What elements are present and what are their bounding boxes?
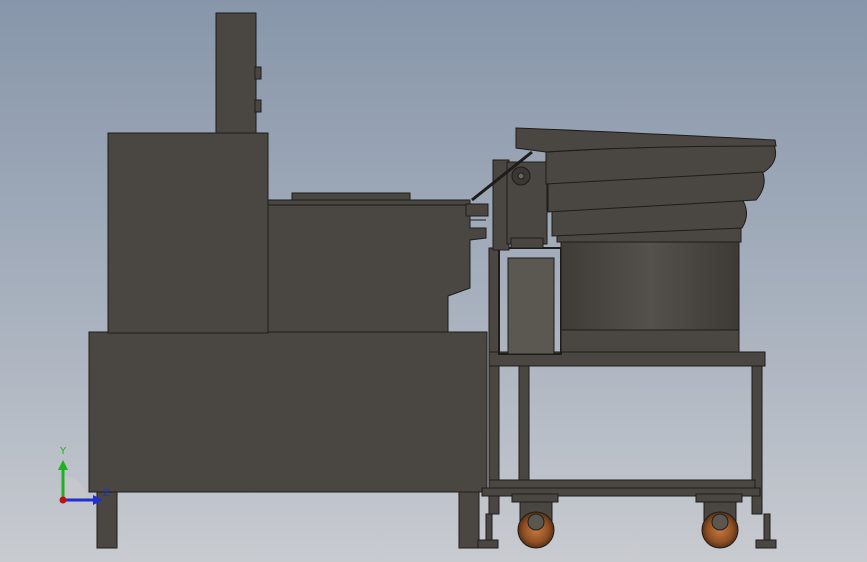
upper-housing	[107, 132, 269, 334]
triad-y-arrowhead	[58, 460, 68, 470]
machine-body	[267, 199, 487, 333]
tower-knob-bottom	[254, 99, 262, 113]
control-tower	[215, 12, 257, 134]
feed-chute	[465, 203, 489, 217]
foot-right-pad	[755, 539, 777, 549]
stand-post-front	[488, 247, 500, 515]
caster-right-mount	[695, 493, 743, 503]
caster-left-hub	[527, 513, 545, 531]
top-plate	[291, 192, 411, 201]
cabinet-leg-right	[458, 489, 480, 549]
motor-base	[510, 237, 544, 249]
triad-y-label: Y	[59, 446, 67, 457]
pulley-hub	[517, 172, 525, 180]
bracket-box-inner	[507, 257, 555, 355]
triad-origin	[59, 496, 67, 504]
machine-assembly-side-view: Y Z	[58, 12, 777, 549]
foot-left-pad	[477, 539, 499, 549]
triad-z-label: Z	[103, 488, 110, 499]
tower-knob-top	[254, 66, 262, 80]
foot-left-stem	[485, 513, 493, 543]
lower-cabinet	[88, 331, 488, 493]
caster-left-mount	[511, 493, 559, 503]
foot-right-stem	[763, 513, 771, 543]
bowl-base-ring	[560, 329, 740, 353]
caster-right-hub	[711, 513, 729, 531]
cad-viewport[interactable]: Y Z	[0, 0, 867, 562]
triad-quadrant	[63, 476, 87, 500]
stand-post-mid	[518, 359, 530, 493]
